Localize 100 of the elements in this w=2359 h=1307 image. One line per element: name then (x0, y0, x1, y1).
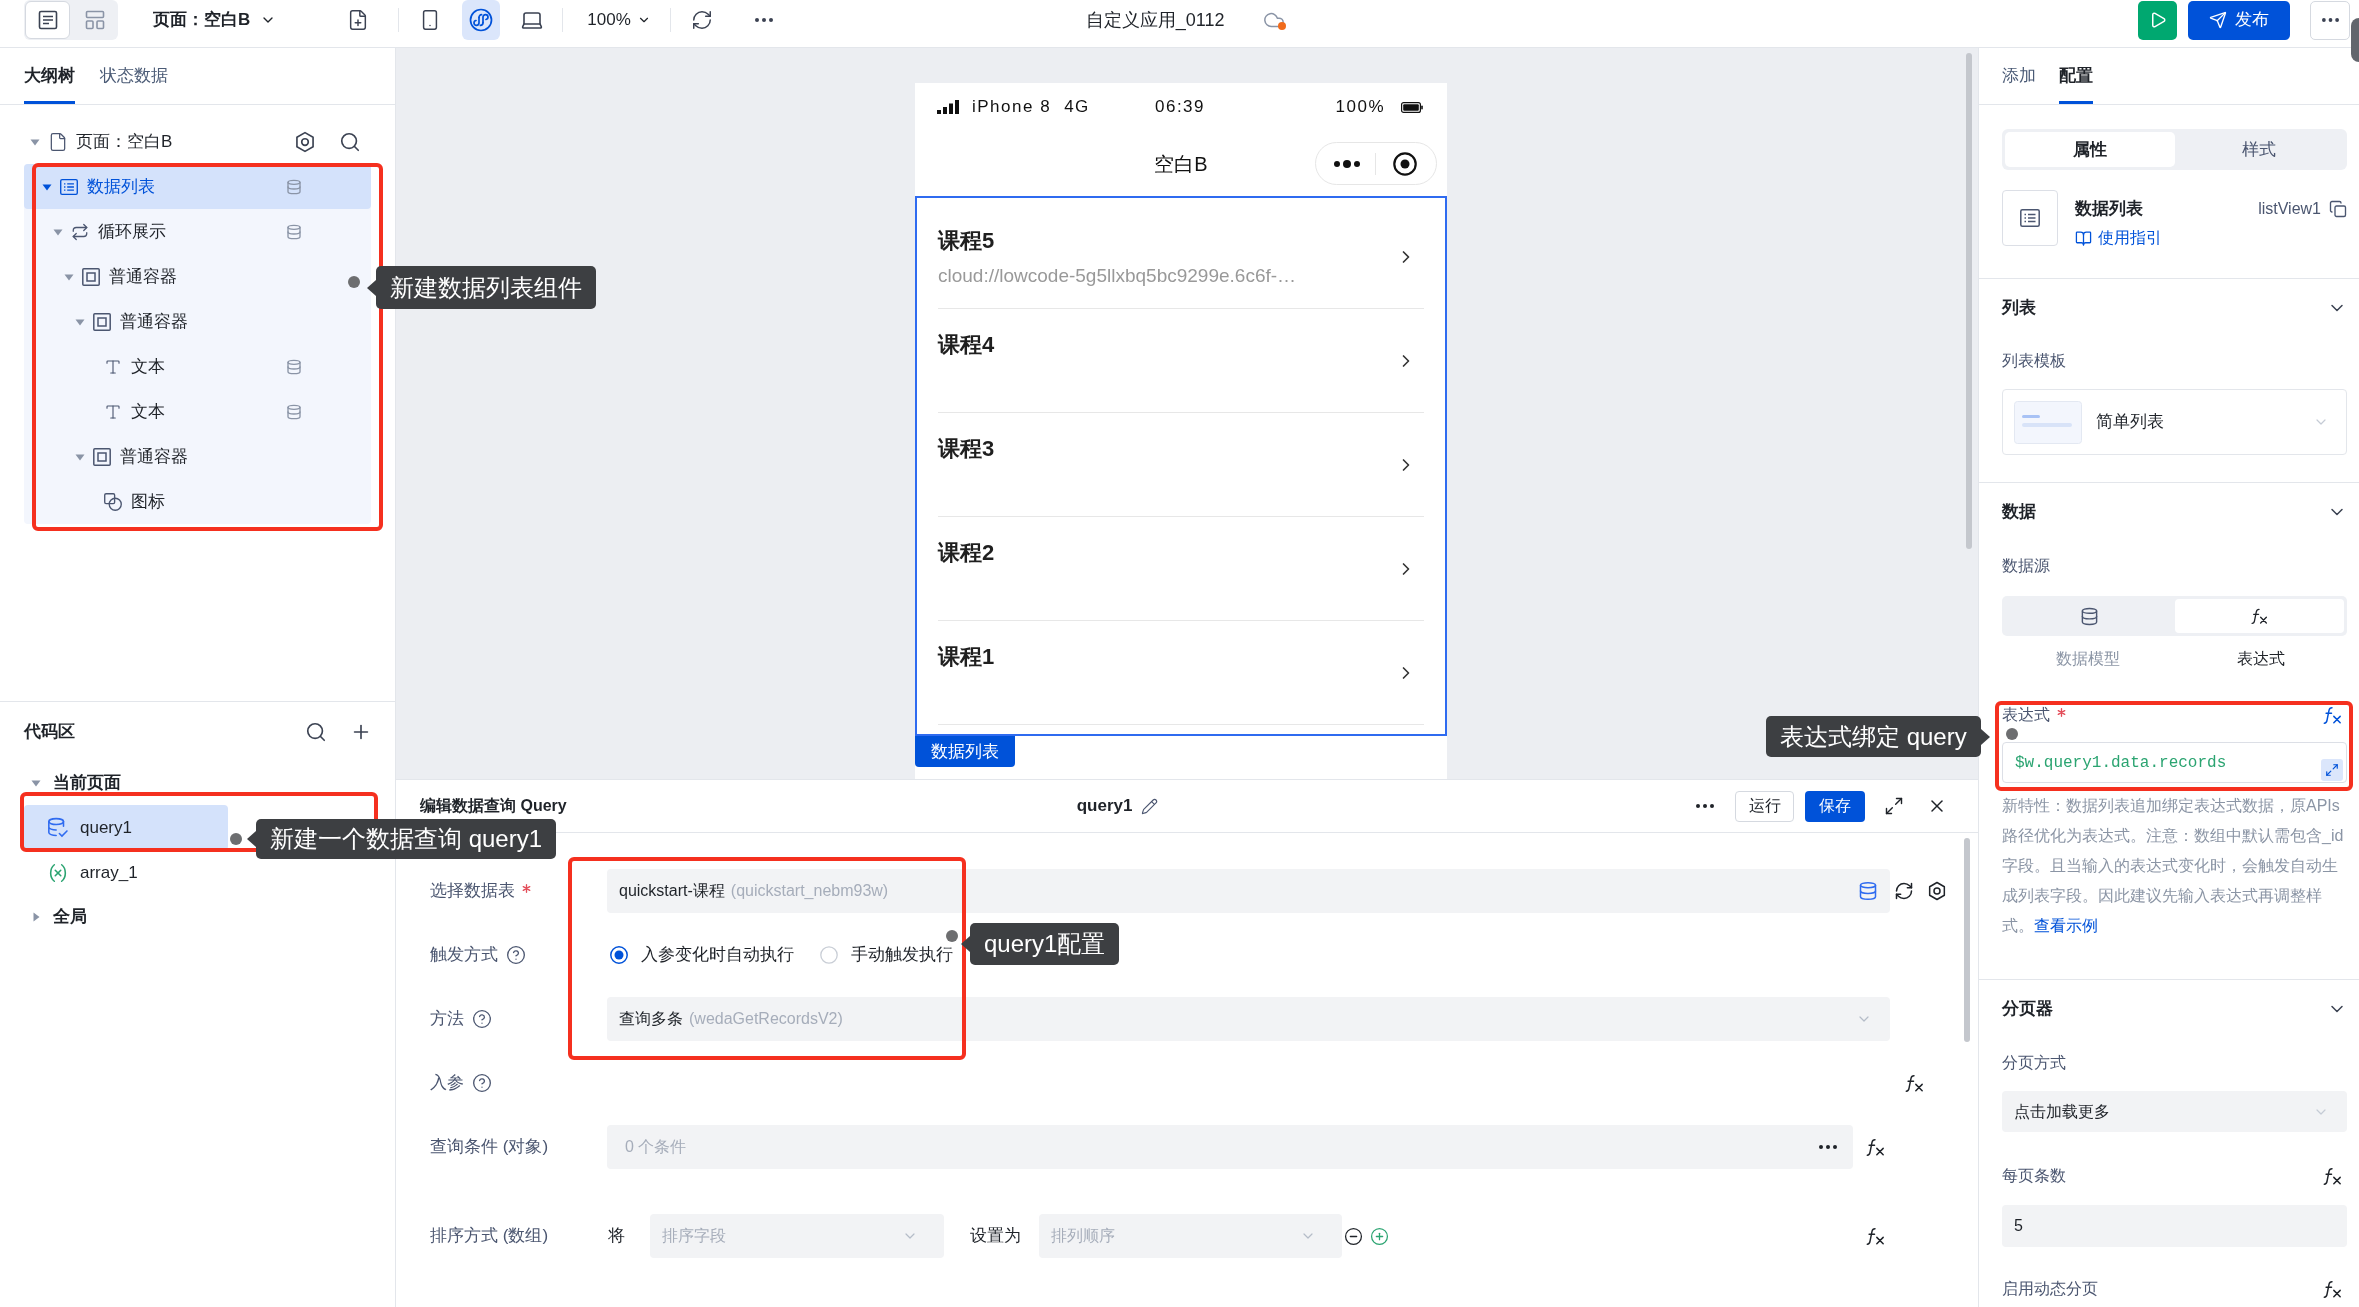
page-title: 空白B (1154, 151, 1208, 177)
code-item[interactable]: array_1 (24, 850, 228, 895)
scrollbar[interactable] (1964, 838, 1970, 1042)
list-component-icon (2002, 189, 2058, 246)
list-item-subtitle: cloud://lowcode-5g5llxbq5bc9299e.6c6f-… (938, 264, 1297, 288)
target-icon[interactable] (1393, 151, 1417, 176)
template-select[interactable]: 简单列表 (2002, 389, 2347, 455)
caret-icon[interactable] (31, 912, 41, 922)
expand-icon[interactable] (1884, 796, 1904, 816)
annotation-callout: 表达式绑定 query (1766, 716, 1990, 757)
function-icon[interactable] (1865, 1226, 1885, 1246)
pagination-select[interactable]: 点击加载更多 (2002, 1091, 2347, 1132)
mode-tab[interactable]: 样式 (2174, 132, 2344, 167)
database-icon[interactable] (1858, 881, 1878, 901)
save-button[interactable]: 保存 (1805, 790, 1865, 822)
view-example-link[interactable]: 查看示例 (2034, 917, 2098, 934)
method-select[interactable]: 查询多条 (wedaGetRecordsV2) (607, 997, 1890, 1041)
section-header[interactable]: 列表 (2002, 287, 2347, 329)
panel-tab[interactable]: 添加 (2002, 48, 2036, 104)
tree-item[interactable]: 图标 (24, 479, 371, 524)
table-select[interactable]: quickstart-课程 (quickstart_nebm93w) (607, 869, 1890, 913)
search-icon[interactable] (339, 130, 361, 153)
function-icon[interactable] (2322, 1166, 2342, 1186)
group-header[interactable]: 全局 (0, 895, 395, 939)
radio-option[interactable]: 手动触发执行 (820, 942, 953, 968)
network-type: 4G (1064, 96, 1090, 119)
field-label: 方法 (430, 1008, 464, 1031)
panel-tab[interactable]: 状态数据 (100, 48, 168, 104)
group-header[interactable]: 当前页面 (0, 761, 395, 805)
refresh-icon[interactable] (690, 9, 713, 31)
code-item[interactable]: query1 (24, 805, 228, 850)
search-icon[interactable] (305, 720, 327, 743)
more-icon[interactable] (1333, 159, 1361, 168)
list-item[interactable]: 课程1 (938, 621, 1424, 725)
tree-item[interactable]: 页面：空白B (0, 119, 395, 164)
panel-tab[interactable]: 大纲树 (24, 48, 75, 104)
panel-tab[interactable]: 配置 (2059, 48, 2093, 104)
tree-item[interactable]: 数据列表 (24, 164, 371, 209)
tree-item[interactable]: 文本 (24, 344, 371, 389)
list-item[interactable]: 课程4 (938, 309, 1424, 413)
section-header[interactable]: 分页器 (2002, 988, 2347, 1030)
send-icon (2209, 11, 2227, 29)
scrollbar[interactable] (1966, 53, 1972, 549)
more-icon[interactable] (1696, 804, 1714, 808)
tree-item[interactable]: 普通容器 (24, 434, 371, 479)
page-selector[interactable]: 页面：空白B (153, 7, 277, 33)
settings-icon[interactable] (1927, 881, 1947, 901)
query-name: query1 (1076, 795, 1133, 818)
device-name: iPhone 8 (972, 96, 1052, 119)
tree-item[interactable]: 循环展示 (24, 209, 371, 254)
field-label: 启用动态分页 (2002, 1279, 2098, 1299)
text-icon (104, 357, 122, 376)
list-item[interactable]: 课程3 (938, 413, 1424, 517)
field-label: 每页条数 (2002, 1166, 2066, 1186)
add-icon[interactable] (1370, 1226, 1389, 1246)
zoom-selector[interactable]: 100% (587, 7, 651, 33)
refresh-icon[interactable] (1894, 881, 1914, 901)
text-icon (104, 402, 122, 421)
remove-icon[interactable] (1344, 1226, 1363, 1246)
more-icon[interactable] (754, 18, 773, 22)
help-icon[interactable] (506, 945, 526, 965)
settings-icon[interactable] (294, 130, 316, 153)
mini-program-view-button[interactable] (462, 0, 501, 40)
run-button[interactable]: 运行 (1735, 790, 1794, 822)
field-label: 表达式 (2002, 705, 2050, 725)
field-label: 触发方式 (430, 944, 498, 967)
number-input[interactable]: 5 (2002, 1205, 2347, 1247)
help-icon[interactable] (472, 1009, 492, 1029)
field-label: 入参 (430, 1072, 464, 1095)
annotation-callout: 新建一个数据查询 query1 (247, 819, 557, 859)
caret-icon[interactable] (31, 778, 41, 788)
list-item-title: 课程3 (938, 435, 995, 463)
outline-view-button[interactable] (25, 1, 70, 39)
more-icon[interactable] (2321, 18, 2339, 22)
component-name: 数据列表 (2075, 198, 2144, 220)
field-label: 排序方式 (数组) (430, 1225, 549, 1248)
edge-handle[interactable] (2351, 18, 2359, 62)
list-item[interactable]: 课程2 (938, 517, 1424, 621)
list-item[interactable]: 课程5 cloud://lowcode-5g5llxbq5bc9299e.6c6f-… (938, 205, 1424, 309)
function-icon[interactable] (2322, 1279, 2342, 1299)
more-icon[interactable] (1819, 1145, 1837, 1149)
field-label: 选择数据表 (430, 880, 515, 903)
annotation-callout: query1配置 (961, 923, 1120, 965)
database-icon (2080, 606, 2100, 626)
section-header[interactable]: 数据 (2002, 491, 2347, 533)
mode-tab[interactable]: 属性 (2005, 132, 2175, 167)
function-icon[interactable] (1904, 1073, 1924, 1093)
function-icon[interactable] (2250, 607, 2269, 625)
tree-item[interactable]: 文本 (24, 389, 371, 434)
copy-icon[interactable] (2329, 200, 2347, 218)
container-icon (93, 312, 111, 331)
radio-option[interactable]: 入参变化时自动执行 (610, 942, 794, 968)
function-icon[interactable] (2322, 705, 2342, 725)
preview-button[interactable] (2138, 0, 2177, 40)
function-icon[interactable] (1865, 1137, 1885, 1157)
pencil-icon[interactable] (1141, 797, 1159, 815)
usage-guide-link[interactable]: 使用指引 (2075, 226, 2162, 250)
signal-icon (937, 100, 959, 114)
publish-button[interactable]: 发布 (2188, 0, 2290, 40)
help-icon[interactable] (472, 1073, 492, 1093)
